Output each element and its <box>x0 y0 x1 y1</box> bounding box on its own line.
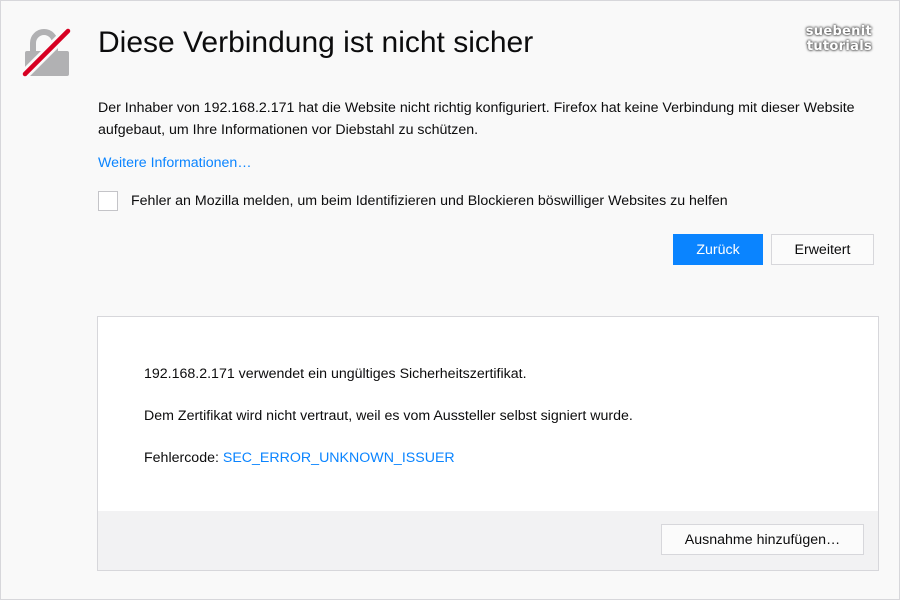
error-code-line: Fehlercode: SEC_ERROR_UNKNOWN_ISSUER <box>144 450 455 466</box>
certificate-untrusted-text: Dem Zertifikat wird nicht vertraut, weil… <box>144 408 633 424</box>
back-button[interactable]: Zurück <box>673 234 763 265</box>
more-info-link[interactable]: Weitere Informationen… <box>98 155 252 171</box>
error-code-label: Fehlercode: <box>144 450 223 466</box>
watermark-line-1: suebenit <box>805 24 872 39</box>
error-code-link[interactable]: SEC_ERROR_UNKNOWN_ISSUER <box>223 450 455 466</box>
report-row: Fehler an Mozilla melden, um beim Identi… <box>98 189 728 213</box>
details-footer: Ausnahme hinzufügen… <box>98 511 878 570</box>
advanced-button[interactable]: Erweitert <box>771 234 874 265</box>
watermark: suebenit tutorials <box>806 24 872 54</box>
report-label[interactable]: Fehler an Mozilla melden, um beim Identi… <box>131 193 728 209</box>
watermark-line-2: tutorials <box>806 39 872 54</box>
broken-lock-icon <box>22 28 72 78</box>
certificate-invalid-text: 192.168.2.171 verwendet ein ungültiges S… <box>144 366 527 382</box>
advanced-details-panel: 192.168.2.171 verwendet ein ungültiges S… <box>97 316 879 571</box>
intro-text: Der Inhaber von 192.168.2.171 hat die We… <box>98 100 855 138</box>
report-checkbox[interactable] <box>98 191 118 211</box>
add-exception-button[interactable]: Ausnahme hinzufügen… <box>661 524 864 555</box>
page-title: Diese Verbindung ist nicht sicher <box>98 26 534 59</box>
